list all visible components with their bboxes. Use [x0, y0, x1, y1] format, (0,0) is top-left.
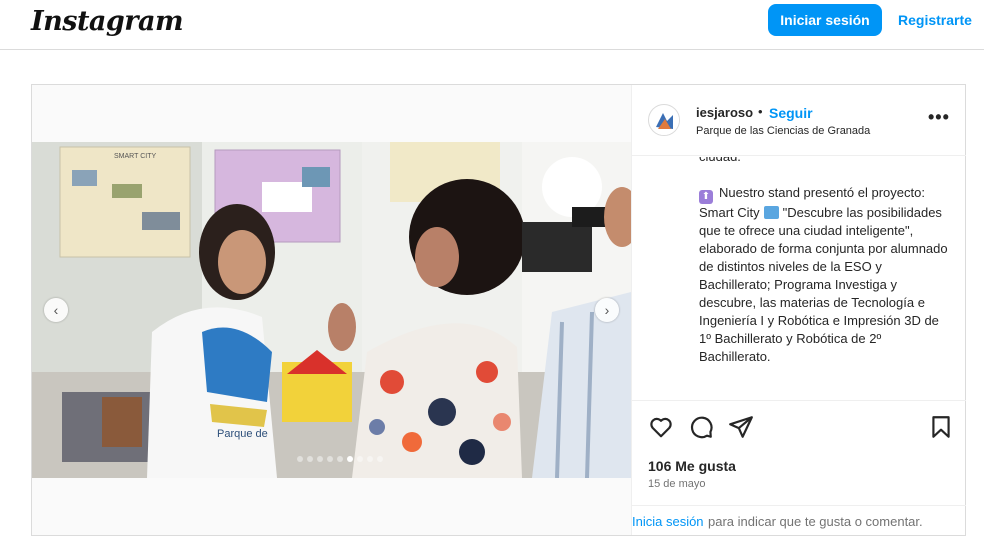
- carousel-dot: [367, 456, 373, 462]
- carousel-dot: [297, 456, 303, 462]
- comment-icon: [690, 416, 713, 439]
- share-button[interactable]: [728, 414, 754, 440]
- carousel-dot: [337, 456, 343, 462]
- login-button[interactable]: Iniciar sesión: [768, 4, 882, 36]
- like-button[interactable]: [648, 414, 674, 440]
- post-actions: [632, 401, 966, 453]
- caption-partial-line: ciudad.: [699, 157, 949, 166]
- carousel-dot: [307, 456, 313, 462]
- carousel-dot: [327, 456, 333, 462]
- login-prompt: Inicia sesión para indicar que te gusta …: [632, 505, 966, 535]
- comment-button[interactable]: [688, 414, 714, 440]
- photo-shirt-text: Parque de: [217, 428, 268, 440]
- likes-count[interactable]: 106 Me gusta: [648, 458, 736, 474]
- instagram-logo[interactable]: Instagram: [31, 6, 184, 37]
- carousel-dot: [347, 456, 353, 462]
- caption-paragraph: ⬆ Nuestro stand presentó el proyecto: Sma…: [699, 184, 949, 366]
- bookmark-icon: [932, 416, 950, 438]
- previous-slide-button[interactable]: ‹: [44, 298, 68, 322]
- post-side-panel: iesjaroso • Seguir Parque de las Ciencia…: [631, 85, 966, 535]
- up-arrow-emoji-icon: ⬆: [699, 190, 713, 204]
- carousel-dot: [377, 456, 383, 462]
- photo-poster-label: SMART CITY: [114, 153, 156, 160]
- register-link[interactable]: Registrarte: [898, 12, 972, 28]
- cityscape-emoji-icon: [763, 206, 779, 219]
- school-logo-icon: [650, 106, 679, 135]
- login-link[interactable]: Inicia sesión: [632, 514, 704, 529]
- post-caption: ciudad. ⬆Nuestro stand presentó el proye…: [632, 157, 966, 401]
- heart-icon: [650, 417, 672, 438]
- separator-dot: •: [758, 104, 763, 119]
- location-link[interactable]: Parque de las Ciencias de Granada: [696, 125, 870, 137]
- post-card: SMART CITY Parque de ‹ › iesjaroso • Seg…: [31, 84, 966, 536]
- avatar[interactable]: [648, 104, 680, 136]
- post-header: iesjaroso • Seguir Parque de las Ciencia…: [632, 85, 966, 156]
- send-icon: [729, 416, 753, 438]
- follow-button[interactable]: Seguir: [769, 105, 813, 121]
- more-horizontal-icon[interactable]: •••: [928, 107, 950, 128]
- post-photo[interactable]: SMART CITY Parque de: [32, 142, 631, 478]
- username[interactable]: iesjaroso: [696, 105, 753, 120]
- caption-text-rest: "Descubre las posibilidades que te ofrec…: [699, 205, 948, 364]
- carousel-indicator: [297, 456, 383, 462]
- save-button[interactable]: [928, 414, 954, 440]
- top-navigation-bar: Instagram Iniciar sesión Registrarte: [0, 0, 984, 50]
- chevron-right-icon: ›: [604, 302, 610, 318]
- next-slide-button[interactable]: ›: [595, 298, 619, 322]
- chevron-left-icon: ‹: [53, 302, 59, 318]
- carousel-dot: [317, 456, 323, 462]
- login-prompt-text: para indicar que te gusta o comentar.: [708, 514, 923, 529]
- post-media: SMART CITY Parque de ‹ ›: [32, 85, 631, 535]
- carousel-dot: [357, 456, 363, 462]
- post-date[interactable]: 15 de mayo: [648, 478, 705, 490]
